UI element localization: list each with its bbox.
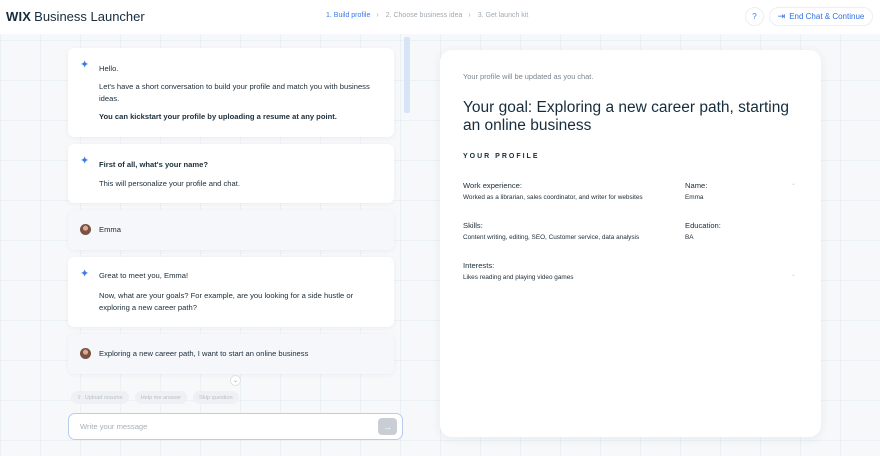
skills-value: Content writing, editing, SEO, Customer … bbox=[463, 234, 640, 241]
section-title: YOUR PROFILE bbox=[463, 153, 540, 160]
message-text: This will personalize your profile and c… bbox=[99, 179, 240, 188]
chevron-down-icon[interactable]: ⌄ bbox=[791, 180, 796, 187]
bot-message: ✦ First of all, what's your name? This w… bbox=[68, 144, 394, 203]
message-text: First of all, what's your name? bbox=[99, 160, 208, 169]
chevron-down-icon: ⌄ bbox=[232, 378, 239, 384]
app-logo[interactable]: WIX Business Launcher bbox=[6, 9, 145, 24]
profile-update-note: Your profile will be updated as you chat… bbox=[463, 72, 594, 81]
end-chat-continue-button[interactable]: ⇥ End Chat & Continue bbox=[769, 7, 873, 26]
education-label: Education: bbox=[685, 221, 721, 230]
quick-actions: ⇪ Upload resume Help me answer Skip quest… bbox=[71, 391, 245, 404]
chat-scrollbar[interactable] bbox=[404, 37, 410, 113]
user-message: Exploring a new career path, I want to s… bbox=[68, 334, 394, 374]
message-text: You can kickstart your profile by upload… bbox=[99, 112, 337, 121]
scroll-down-button[interactable]: ⌄ bbox=[230, 375, 241, 386]
message-input[interactable]: Write your message bbox=[80, 422, 147, 431]
wix-logo: WIX bbox=[6, 9, 32, 24]
upload-resume-label: Upload resume bbox=[84, 394, 123, 401]
sparkle-icon: ✦ bbox=[80, 268, 90, 280]
work-experience-value: Worked as a librarian, sales coordinator… bbox=[463, 194, 643, 201]
message-text: Hello. bbox=[99, 64, 119, 73]
chevron-right-icon: › bbox=[468, 12, 471, 19]
sparkle-icon: ✦ bbox=[80, 59, 90, 71]
chevron-down-icon[interactable]: ⌄ bbox=[791, 271, 796, 278]
message-text: Emma bbox=[99, 225, 121, 234]
help-button[interactable]: ? bbox=[745, 7, 764, 26]
upload-icon: ⇪ bbox=[77, 394, 82, 401]
exit-arrow-icon: ⇥ bbox=[777, 11, 786, 21]
goal-heading: Your goal: Exploring a new career path, … bbox=[463, 99, 789, 134]
top-bar: WIX Business Launcher 1. Build profile › … bbox=[0, 0, 880, 34]
product-name: Business Launcher bbox=[34, 9, 145, 24]
avatar bbox=[80, 348, 91, 359]
name-label: Name: bbox=[685, 181, 708, 190]
bot-message: ✦ Hello. Let's have a short conversation… bbox=[68, 48, 394, 137]
chevron-right-icon: › bbox=[376, 12, 379, 19]
name-value: Emma bbox=[685, 194, 704, 201]
skills-label: Skills: bbox=[463, 221, 483, 230]
interests-label: Interests: bbox=[463, 261, 495, 270]
bot-message: ✦ Great to meet you, Emma! Now, what are… bbox=[68, 257, 394, 327]
end-chat-label: End Chat & Continue bbox=[789, 12, 865, 21]
progress-stepper: 1. Build profile › 2. Choose business id… bbox=[326, 12, 528, 19]
upload-resume-button[interactable]: ⇪ Upload resume bbox=[71, 391, 129, 404]
message-text: Great to meet you, Emma! bbox=[99, 271, 189, 280]
step-build-profile[interactable]: 1. Build profile bbox=[326, 12, 370, 19]
user-message: Emma bbox=[68, 210, 394, 250]
send-button[interactable]: → bbox=[378, 418, 397, 435]
step-get-launch-kit: 3. Get launch kit bbox=[477, 12, 529, 19]
sparkle-icon: ✦ bbox=[80, 155, 90, 167]
message-text: Exploring a new career path, I want to s… bbox=[99, 349, 309, 358]
message-composer[interactable]: Write your message → bbox=[68, 413, 403, 440]
interests-value: Likes reading and playing video games bbox=[463, 274, 574, 281]
arrow-right-icon: → bbox=[383, 421, 392, 432]
work-experience-label: Work experience: bbox=[463, 181, 522, 190]
avatar bbox=[80, 224, 91, 235]
message-text: Let's have a short conversation to build… bbox=[99, 82, 370, 103]
skip-question-button[interactable]: Skip question bbox=[193, 391, 239, 404]
education-value: BA bbox=[685, 234, 694, 241]
help-me-answer-button[interactable]: Help me answer bbox=[134, 391, 188, 404]
profile-panel: Your profile will be updated as you chat… bbox=[440, 50, 821, 437]
message-text: Now, what are your goals? For example, a… bbox=[99, 291, 354, 312]
step-choose-business-idea: 2. Choose business idea bbox=[385, 12, 463, 19]
